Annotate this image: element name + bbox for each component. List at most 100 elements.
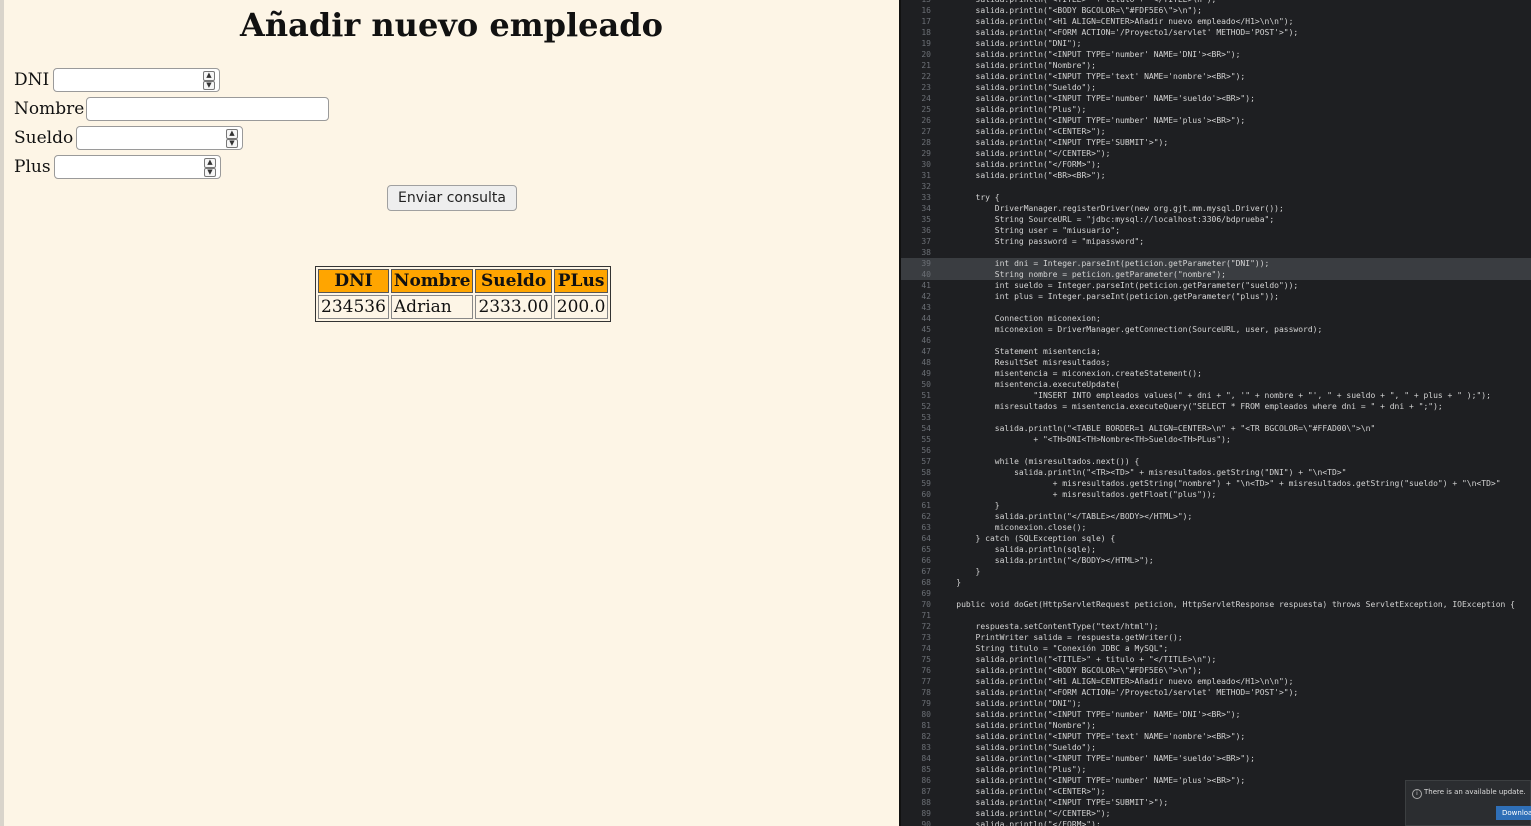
code-line[interactable]: 56 <box>901 445 1531 456</box>
download-button[interactable]: Download <box>1496 806 1531 820</box>
code-line[interactable]: 84 salida.println("<INPUT TYPE='number' … <box>901 753 1531 764</box>
code-line[interactable]: 26 salida.println("<INPUT TYPE='number' … <box>901 115 1531 126</box>
code-line[interactable]: 28 salida.println("<INPUT TYPE='SUBMIT'>… <box>901 137 1531 148</box>
code-line[interactable]: 24 salida.println("<INPUT TYPE='number' … <box>901 93 1531 104</box>
code-text: int sueldo = Integer.parseInt(peticion.g… <box>937 281 1299 290</box>
code-text: salida.println("<INPUT TYPE='number' NAM… <box>937 776 1246 785</box>
line-number: 85 <box>921 765 931 774</box>
code-line[interactable]: 83 salida.println("Sueldo"); <box>901 742 1531 753</box>
line-number: 42 <box>921 292 931 301</box>
spin-down-icon[interactable]: ▼ <box>204 167 216 177</box>
code-line[interactable]: 80 salida.println("<INPUT TYPE='number' … <box>901 709 1531 720</box>
code-line[interactable]: 82 salida.println("<INPUT TYPE='text' NA… <box>901 731 1531 742</box>
spin-up-icon[interactable]: ▲ <box>203 71 215 81</box>
code-line[interactable]: 19 salida.println("DNI"); <box>901 38 1531 49</box>
nombre-input[interactable] <box>86 97 329 121</box>
code-line[interactable]: 38 <box>901 247 1531 258</box>
code-line[interactable]: 55 + "<TH>DNI<TH>Nombre<TH>Sueldo<TH>PLu… <box>901 434 1531 445</box>
code-line[interactable]: 76 salida.println("<BODY BGCOLOR=\"#FDF5… <box>901 665 1531 676</box>
code-line[interactable]: 20 salida.println("<INPUT TYPE='number' … <box>901 49 1531 60</box>
code-line[interactable]: 59 + misresultados.getString("nombre") +… <box>901 478 1531 489</box>
code-line[interactable]: 48 ResultSet misresultados; <box>901 357 1531 368</box>
code-line[interactable]: 62 salida.println("</TABLE></BODY></HTML… <box>901 511 1531 522</box>
code-line[interactable]: 58 salida.println("<TR><TD>" + misresult… <box>901 467 1531 478</box>
code-line[interactable]: 53 <box>901 412 1531 423</box>
code-line[interactable]: 41 int sueldo = Integer.parseInt(peticio… <box>901 280 1531 291</box>
code-line[interactable]: 17 salida.println("<H1 ALIGN=CENTER>Añad… <box>901 16 1531 27</box>
plus-input[interactable]: ▲ ▼ <box>54 155 221 179</box>
code-line[interactable]: 18 salida.println("<FORM ACTION='/Proyec… <box>901 27 1531 38</box>
code-line[interactable]: 63 miconexion.close(); <box>901 522 1531 533</box>
code-line[interactable]: 31 salida.println("<BR><BR>"); <box>901 170 1531 181</box>
code-line[interactable]: 65 salida.println(sqle); <box>901 544 1531 555</box>
code-line[interactable]: 49 misentencia = miconexion.createStatem… <box>901 368 1531 379</box>
code-line[interactable]: 42 int plus = Integer.parseInt(peticion.… <box>901 291 1531 302</box>
code-line[interactable]: 25 salida.println("Plus"); <box>901 104 1531 115</box>
code-text: salida.println("Sueldo"); <box>937 743 1096 752</box>
spin-down-icon[interactable]: ▼ <box>203 80 215 90</box>
code-line[interactable]: 52 misresultados = misentencia.executeQu… <box>901 401 1531 412</box>
line-number: 32 <box>921 182 931 191</box>
code-line[interactable]: 68 } <box>901 577 1531 588</box>
code-line[interactable]: 27 salida.println("<CENTER>"); <box>901 126 1531 137</box>
code-line[interactable]: 66 salida.println("</BODY></HTML>"); <box>901 555 1531 566</box>
spin-up-icon[interactable]: ▲ <box>204 158 216 168</box>
code-line[interactable]: 85 salida.println("Plus"); <box>901 764 1531 775</box>
code-line[interactable]: 60 + misresultados.getFloat("plus")); <box>901 489 1531 500</box>
code-line[interactable]: 40 String nombre = peticion.getParameter… <box>901 269 1531 280</box>
sueldo-spinner[interactable]: ▲ ▼ <box>226 129 238 148</box>
code-line[interactable]: 64 } catch (SQLException sqle) { <box>901 533 1531 544</box>
code-text: salida.println("Nombre"); <box>937 721 1096 730</box>
code-line[interactable]: 79 salida.println("DNI"); <box>901 698 1531 709</box>
code-line[interactable]: 71 <box>901 610 1531 621</box>
code-line[interactable]: 33 try { <box>901 192 1531 203</box>
code-line[interactable]: 23 salida.println("Sueldo"); <box>901 82 1531 93</box>
code-line[interactable]: 74 String titulo = "Conexión JDBC a MySQ… <box>901 643 1531 654</box>
code-line[interactable]: 21 salida.println("Nombre"); <box>901 60 1531 71</box>
code-line[interactable]: 47 Statement misentencia; <box>901 346 1531 357</box>
line-number: 35 <box>921 215 931 224</box>
code-line[interactable]: 67 } <box>901 566 1531 577</box>
spin-down-icon[interactable]: ▼ <box>226 138 238 148</box>
submit-button[interactable]: Enviar consulta <box>387 185 517 211</box>
code-line[interactable]: 22 salida.println("<INPUT TYPE='text' NA… <box>901 71 1531 82</box>
code-text: salida.println("<INPUT TYPE='number' NAM… <box>937 50 1241 59</box>
dni-input[interactable]: ▲ ▼ <box>53 68 220 92</box>
code-line[interactable]: 75 salida.println("<TITLE>" + titulo + "… <box>901 654 1531 665</box>
code-line[interactable]: 70 public void doGet(HttpServletRequest … <box>901 599 1531 610</box>
sueldo-input[interactable]: ▲ ▼ <box>76 126 243 150</box>
code-line[interactable]: 77 salida.println("<H1 ALIGN=CENTER>Añad… <box>901 676 1531 687</box>
code-line[interactable]: 43 <box>901 302 1531 313</box>
code-line[interactable]: 69 <box>901 588 1531 599</box>
code-line[interactable]: 73 PrintWriter salida = respuesta.getWri… <box>901 632 1531 643</box>
code-line[interactable]: 72 respuesta.setContentType("text/html")… <box>901 621 1531 632</box>
code-line[interactable]: 37 String password = "mipassword"; <box>901 236 1531 247</box>
code-line[interactable]: 78 salida.println("<FORM ACTION='/Proyec… <box>901 687 1531 698</box>
line-number: 24 <box>921 94 931 103</box>
code-editor[interactable]: 💡 15 salida.println("<TITLE>" + titulo +… <box>899 0 1531 826</box>
code-line[interactable]: 57 while (misresultados.next()) { <box>901 456 1531 467</box>
code-line[interactable]: 81 salida.println("Nombre"); <box>901 720 1531 731</box>
plus-spinner[interactable]: ▲ ▼ <box>204 158 216 177</box>
code-line[interactable]: 29 salida.println("</CENTER>"); <box>901 148 1531 159</box>
code-text: String nombre = peticion.getParameter("n… <box>937 270 1226 279</box>
code-line[interactable]: 30 salida.println("</FORM>"); <box>901 159 1531 170</box>
code-line[interactable]: 54 salida.println("<TABLE BORDER=1 ALIGN… <box>901 423 1531 434</box>
code-line[interactable]: 51 "INSERT INTO empleados values(" + dni… <box>901 390 1531 401</box>
line-number: 68 <box>921 578 931 587</box>
code-line[interactable]: 39 int dni = Integer.parseInt(peticion.g… <box>901 258 1531 269</box>
line-number: 88 <box>921 798 931 807</box>
code-line[interactable]: 46 <box>901 335 1531 346</box>
code-line[interactable]: 50 misentencia.executeUpdate( <box>901 379 1531 390</box>
code-line[interactable]: 61 } <box>901 500 1531 511</box>
dni-spinner[interactable]: ▲ ▼ <box>203 71 215 90</box>
code-line[interactable]: 35 String SourceURL = "jdbc:mysql://loca… <box>901 214 1531 225</box>
code-line[interactable]: 34 DriverManager.registerDriver(new org.… <box>901 203 1531 214</box>
code-line[interactable]: 36 String user = "miusuario"; <box>901 225 1531 236</box>
code-line[interactable]: 44 Connection miconexion; <box>901 313 1531 324</box>
code-line[interactable]: 32 <box>901 181 1531 192</box>
spin-up-icon[interactable]: ▲ <box>226 129 238 139</box>
code-line[interactable]: 45 miconexion = DriverManager.getConnect… <box>901 324 1531 335</box>
code-line[interactable]: 16 salida.println("<BODY BGCOLOR=\"#FDF5… <box>901 5 1531 16</box>
